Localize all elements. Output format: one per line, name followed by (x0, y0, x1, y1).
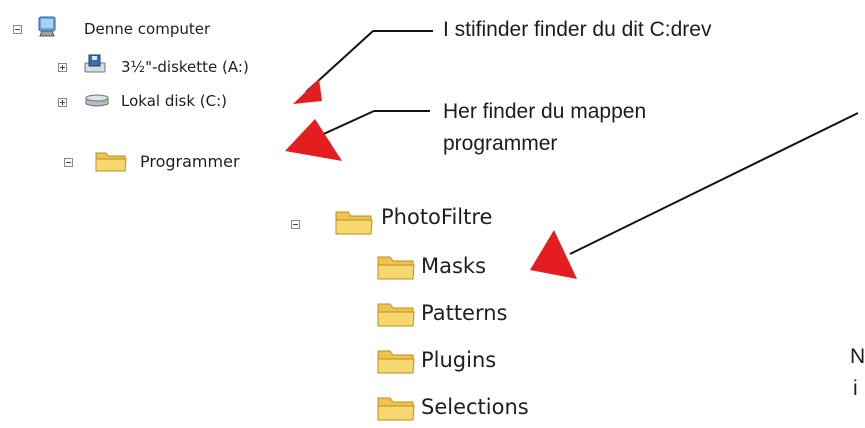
masks-arrow-shaft (569, 112, 859, 255)
programs-annotation-line1: Her finder du mappen (443, 100, 647, 123)
programs-arrowhead (285, 119, 342, 161)
c-drive-arrowhead (293, 79, 322, 104)
annotation-arrows (285, 30, 859, 279)
masks-arrowhead (530, 230, 577, 279)
programs-annotation-line2: programmer (443, 132, 558, 155)
c-drive-annotation: I stifinder finder du dit C:drev (443, 18, 712, 41)
bottom-right-annotation-line1: N (850, 345, 865, 368)
bottom-right-annotation-line2: i (853, 377, 858, 400)
